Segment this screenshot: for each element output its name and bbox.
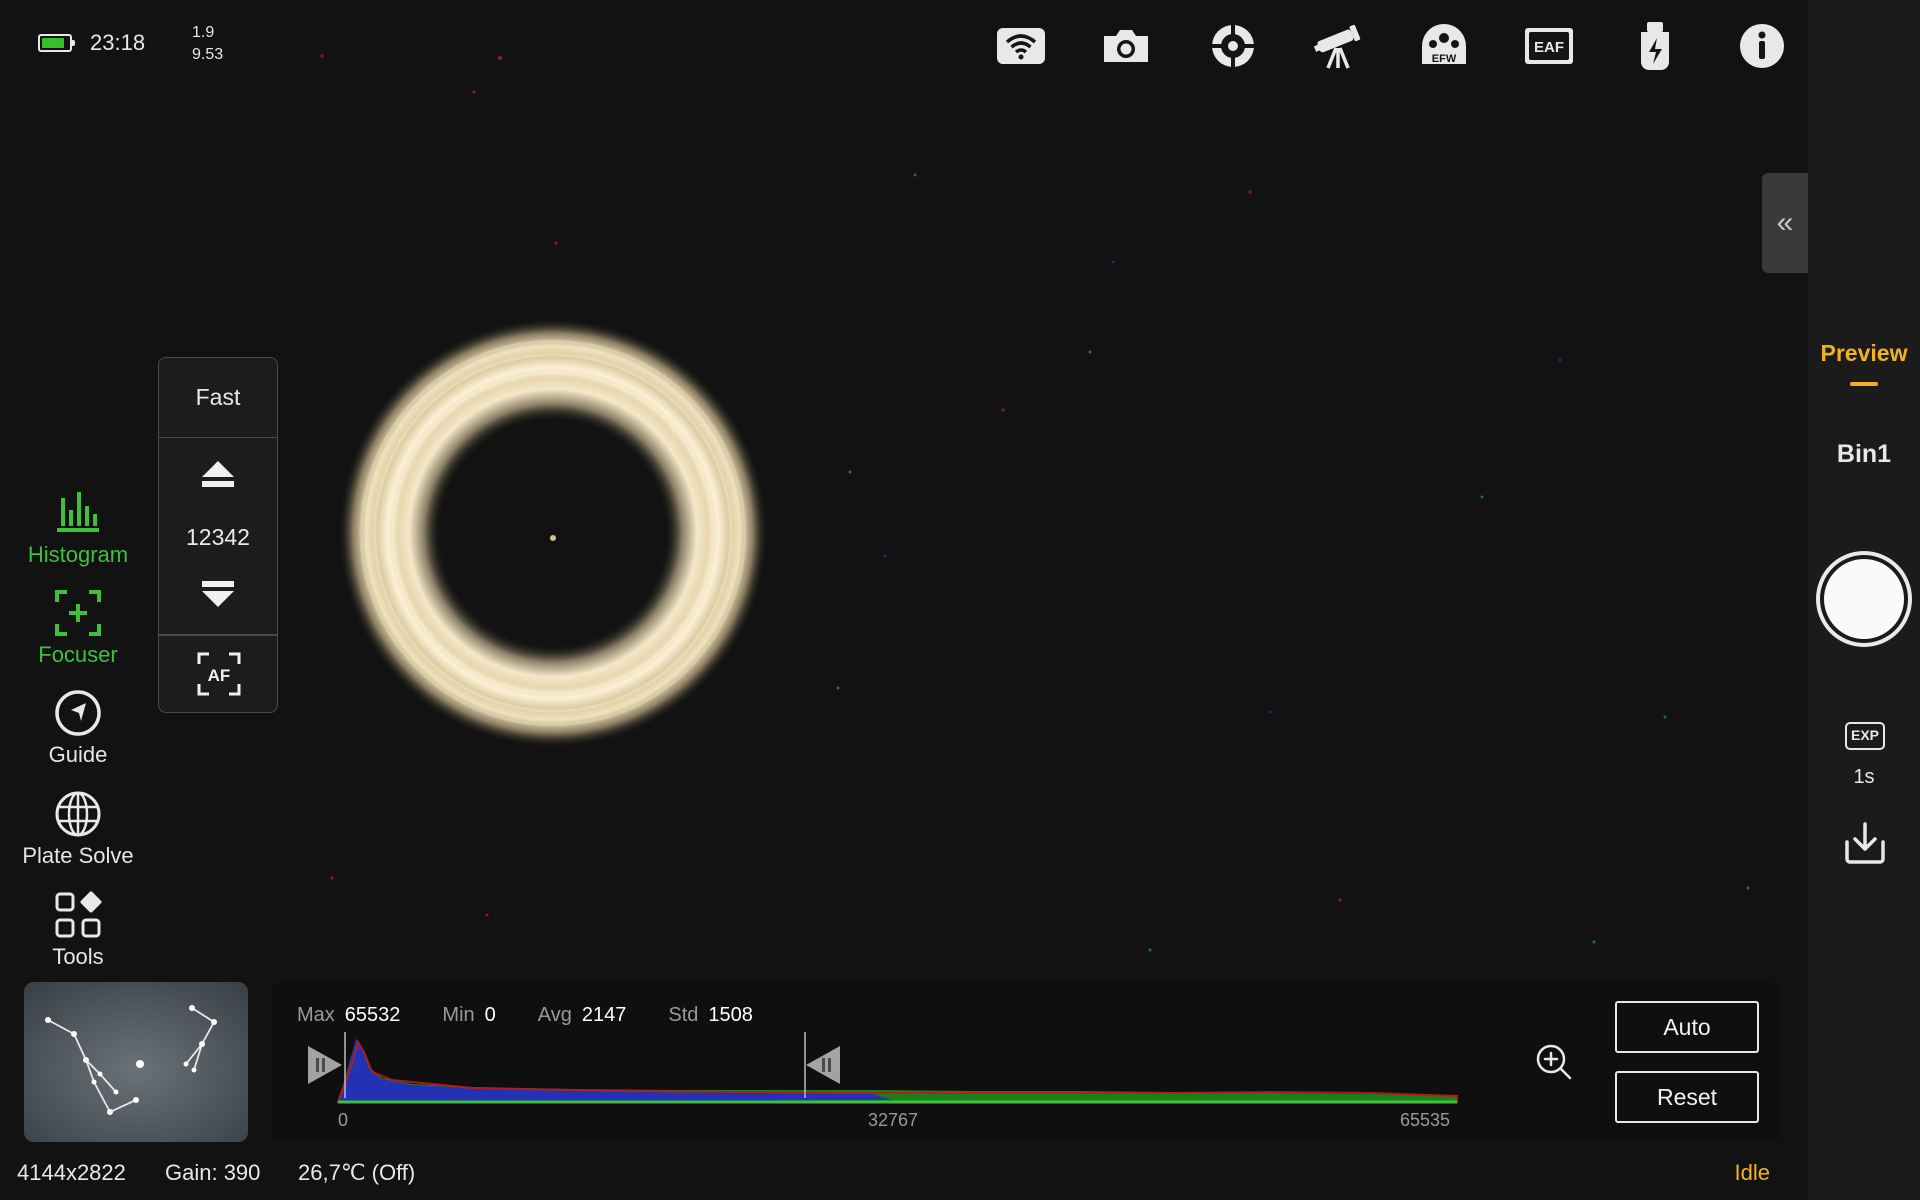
grid-icon [55, 891, 102, 938]
top-toolbar: EFW EAF [0, 18, 1808, 74]
shutter-button[interactable] [1816, 551, 1912, 647]
tool-guide[interactable]: Guide [0, 688, 156, 768]
gain-readout: Gain: 390 [165, 1160, 261, 1185]
efw-icon-label: EFW [1432, 53, 1457, 65]
axis-max-label: 65535 [1400, 1110, 1451, 1130]
tool-plate-solve[interactable]: Plate Solve [0, 789, 156, 869]
axis-min-label: 0 [338, 1110, 349, 1130]
black-point-slider[interactable] [308, 1032, 346, 1098]
star-donut [338, 318, 768, 748]
autofocus-icon[interactable]: AF [197, 652, 241, 696]
exposure-icon[interactable]: EXP [1845, 722, 1885, 750]
white-point-slider[interactable] [804, 1032, 840, 1098]
reset-stretch-button[interactable]: Reset [1615, 1071, 1759, 1123]
tool-focuser[interactable]: Focuser [0, 588, 156, 668]
tool-label: Guide [48, 742, 108, 767]
eaf-icon[interactable]: EAF [1521, 18, 1577, 74]
download-icon[interactable] [1842, 820, 1888, 866]
telescope-icon[interactable] [1310, 18, 1366, 74]
bin-selector[interactable]: Bin1 [1808, 440, 1920, 469]
zoom-in-icon[interactable] [1534, 1042, 1574, 1082]
tool-histogram[interactable]: Histogram [0, 488, 156, 568]
wifi-icon[interactable] [993, 18, 1049, 74]
exposure-value[interactable]: 1s [1808, 766, 1920, 789]
efw-icon[interactable]: EFW [1416, 18, 1472, 74]
globe-icon [55, 791, 101, 837]
auto-stretch-button[interactable]: Auto [1615, 1001, 1759, 1053]
compass-icon [55, 690, 101, 736]
eaf-icon-label: EAF [1534, 39, 1564, 56]
temperature-readout: 26,7℃ (Off) [298, 1160, 416, 1185]
axis-mid-label: 32767 [868, 1110, 919, 1130]
focuser-panel: Fast 12342 AF [158, 357, 278, 713]
focus-up-icon[interactable] [198, 458, 238, 498]
collapse-panel-button[interactable]: « [1762, 173, 1808, 273]
mode-preview-tab[interactable]: Preview [1808, 340, 1920, 367]
camera-state: Idle [1734, 1160, 1770, 1185]
focuser-icon [55, 590, 101, 636]
camera-icon[interactable] [1098, 18, 1154, 74]
autofocus-label: AF [208, 666, 231, 685]
tool-label: Tools [52, 944, 104, 969]
focus-down-icon[interactable] [198, 570, 238, 610]
sky-minimap[interactable] [24, 982, 248, 1142]
histogram-icon [57, 492, 99, 532]
mode-underline [1850, 382, 1878, 386]
tool-label: Focuser [38, 642, 118, 667]
focuser-speed-button[interactable]: Fast [159, 358, 277, 438]
histogram-curves [336, 1038, 1458, 1104]
tool-tools[interactable]: Tools [0, 890, 156, 970]
tool-label: Plate Solve [22, 843, 134, 868]
guide-target-icon[interactable] [1205, 18, 1261, 74]
right-rail: Preview Bin1 EXP 1s [1808, 0, 1920, 1200]
power-usb-icon[interactable] [1627, 18, 1683, 74]
histogram-panel: Max 65532 Min 0 Avg 2147 Std 1508 0 32767 65… [272, 982, 1782, 1142]
info-icon[interactable] [1734, 18, 1790, 74]
tool-label: Histogram [27, 542, 129, 567]
resolution-readout: 4144x2822 [17, 1160, 126, 1185]
focuser-position: 12342 [186, 524, 250, 550]
